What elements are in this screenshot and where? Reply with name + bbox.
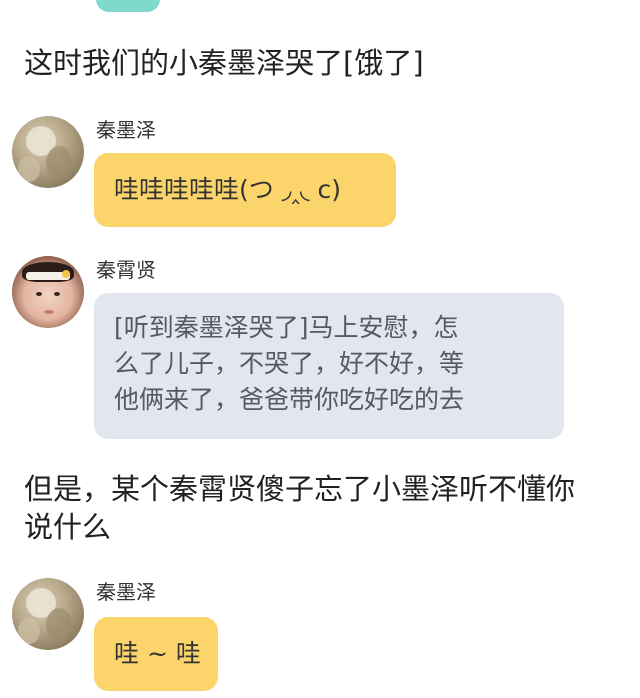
- narration-line: 但是，某个秦霄贤傻子忘了小墨泽听不懂你: [24, 472, 576, 506]
- chat-bubble[interactable]: 哇 ~ 哇: [94, 617, 218, 691]
- sender-name: 秦墨泽: [96, 580, 156, 604]
- chat-bubble[interactable]: 哇哇哇哇哇(つ ◞‸◟ c): [94, 153, 396, 227]
- narration-text: 这时我们的小秦墨泽哭了[饿了]: [24, 46, 424, 80]
- previous-message-bubble: [96, 0, 160, 12]
- narration-line: 说什么: [24, 510, 112, 544]
- narration-text: 但是，某个秦霄贤傻子忘了小墨泽听不懂你 说什么: [24, 470, 575, 546]
- bubble-line: 他俩来了，爸爸带你吃好吃的去: [114, 385, 465, 414]
- sender-name: 秦墨泽: [96, 118, 156, 142]
- chat-bubble[interactable]: [听到秦墨泽哭了]马上安慰，怎 么了儿子，不哭了，好不好，等 他俩来了，爸爸带你…: [94, 293, 564, 439]
- bubble-line: 么了儿子，不哭了，好不好，等: [114, 349, 465, 378]
- avatar-qin-mo-ze[interactable]: [12, 578, 84, 650]
- avatar-qin-xiao-xian[interactable]: [12, 256, 84, 328]
- sender-name: 秦霄贤: [96, 258, 156, 282]
- bubble-line: [听到秦墨泽哭了]马上安慰，怎: [114, 313, 459, 342]
- avatar-qin-mo-ze[interactable]: [12, 116, 84, 188]
